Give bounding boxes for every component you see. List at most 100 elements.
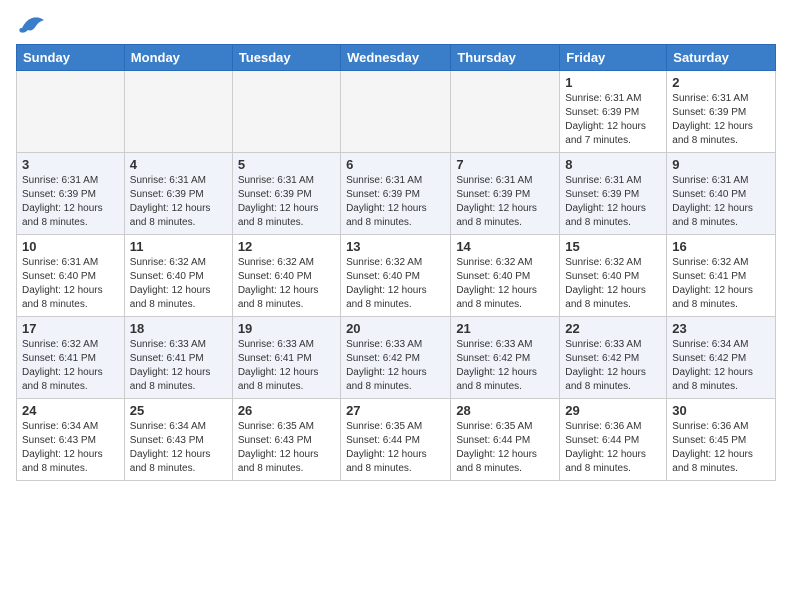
day-info: Sunrise: 6:34 AM Sunset: 6:42 PM Dayligh… [672, 338, 770, 394]
week-row-1: 1 Sunrise: 6:31 AM Sunset: 6:39 PM Daylig… [17, 71, 776, 153]
calendar-cell: 30Sunrise: 6:36 AM Sunset: 6:45 PM Dayli… [667, 399, 776, 481]
calendar-cell: 18 Sunrise: 6:33 AM Sunset: 6:41 PM Dayli… [124, 317, 232, 399]
day-info: Sunrise: 6:32 AM Sunset: 6:40 PM Dayligh… [565, 256, 661, 312]
day-info: Sunrise: 6:32 AM Sunset: 6:40 PM Dayligh… [238, 256, 335, 312]
day-number: 13 [346, 239, 445, 254]
day-number: 27 [346, 403, 445, 418]
day-info: Sunrise: 6:32 AM Sunset: 6:40 PM Dayligh… [456, 256, 554, 312]
day-number: 22 [565, 321, 661, 336]
day-number: 29 [565, 403, 661, 418]
calendar-cell: 10 Sunrise: 6:31 AM Sunset: 6:40 PM Dayli… [17, 235, 125, 317]
calendar-cell: 24Sunrise: 6:34 AM Sunset: 6:43 PM Dayli… [17, 399, 125, 481]
day-number: 12 [238, 239, 335, 254]
day-number: 28 [456, 403, 554, 418]
day-info: Sunrise: 6:36 AM Sunset: 6:44 PM Dayligh… [565, 420, 661, 476]
calendar-cell: 29 Sunrise: 6:36 AM Sunset: 6:44 PM Dayli… [560, 399, 667, 481]
day-number: 7 [456, 157, 554, 172]
logo [16, 16, 46, 32]
day-number: 2 [672, 75, 770, 90]
calendar-cell: 2 Sunrise: 6:31 AM Sunset: 6:39 PM Daylig… [667, 71, 776, 153]
calendar-table: SundayMondayTuesdayWednesdayThursdayFrid… [16, 44, 776, 481]
calendar-cell: 9 Sunrise: 6:31 AM Sunset: 6:40 PM Daylig… [667, 153, 776, 235]
calendar-cell [341, 71, 451, 153]
day-number: 15 [565, 239, 661, 254]
day-info: Sunrise: 6:31 AM Sunset: 6:39 PM Dayligh… [565, 92, 661, 148]
calendar-cell: 21Sunrise: 6:33 AM Sunset: 6:42 PM Dayli… [451, 317, 560, 399]
day-number: 16 [672, 239, 770, 254]
day-info: Sunrise: 6:32 AM Sunset: 6:41 PM Dayligh… [22, 338, 119, 394]
day-info: Sunrise: 6:31 AM Sunset: 6:39 PM Dayligh… [130, 174, 227, 230]
day-info: Sunrise: 6:33 AM Sunset: 6:42 PM Dayligh… [346, 338, 445, 394]
calendar-cell: 4 Sunrise: 6:31 AM Sunset: 6:39 PM Daylig… [124, 153, 232, 235]
calendar-cell: 13 Sunrise: 6:32 AM Sunset: 6:40 PM Dayli… [341, 235, 451, 317]
page-header [16, 16, 776, 32]
day-info: Sunrise: 6:36 AM Sunset: 6:45 PM Dayligh… [672, 420, 770, 476]
weekday-header-sunday: Sunday [17, 45, 125, 71]
day-number: 8 [565, 157, 661, 172]
calendar-cell: 12 Sunrise: 6:32 AM Sunset: 6:40 PM Dayli… [232, 235, 340, 317]
weekday-header-saturday: Saturday [667, 45, 776, 71]
day-number: 17 [22, 321, 119, 336]
day-info: Sunrise: 6:32 AM Sunset: 6:40 PM Dayligh… [346, 256, 445, 312]
day-info: Sunrise: 6:31 AM Sunset: 6:40 PM Dayligh… [22, 256, 119, 312]
calendar-cell: 8Sunrise: 6:31 AM Sunset: 6:39 PM Daylig… [560, 153, 667, 235]
day-number: 11 [130, 239, 227, 254]
weekday-header-monday: Monday [124, 45, 232, 71]
day-number: 18 [130, 321, 227, 336]
day-info: Sunrise: 6:32 AM Sunset: 6:40 PM Dayligh… [130, 256, 227, 312]
day-info: Sunrise: 6:31 AM Sunset: 6:39 PM Dayligh… [346, 174, 445, 230]
day-info: Sunrise: 6:31 AM Sunset: 6:40 PM Dayligh… [672, 174, 770, 230]
weekday-header-wednesday: Wednesday [341, 45, 451, 71]
day-number: 4 [130, 157, 227, 172]
calendar-cell: 27 Sunrise: 6:35 AM Sunset: 6:44 PM Dayli… [341, 399, 451, 481]
day-info: Sunrise: 6:31 AM Sunset: 6:39 PM Dayligh… [672, 92, 770, 148]
day-info: Sunrise: 6:31 AM Sunset: 6:39 PM Dayligh… [238, 174, 335, 230]
day-number: 23 [672, 321, 770, 336]
day-info: Sunrise: 6:34 AM Sunset: 6:43 PM Dayligh… [130, 420, 227, 476]
day-info: Sunrise: 6:33 AM Sunset: 6:42 PM Dayligh… [565, 338, 661, 394]
week-row-4: 17 Sunrise: 6:32 AM Sunset: 6:41 PM Dayli… [17, 317, 776, 399]
day-number: 19 [238, 321, 335, 336]
calendar-cell: 11 Sunrise: 6:32 AM Sunset: 6:40 PM Dayli… [124, 235, 232, 317]
day-info: Sunrise: 6:33 AM Sunset: 6:41 PM Dayligh… [130, 338, 227, 394]
calendar-cell: 25 Sunrise: 6:34 AM Sunset: 6:43 PM Dayli… [124, 399, 232, 481]
day-number: 25 [130, 403, 227, 418]
day-number: 20 [346, 321, 445, 336]
calendar-cell: 5 Sunrise: 6:31 AM Sunset: 6:39 PM Daylig… [232, 153, 340, 235]
day-number: 21 [456, 321, 554, 336]
day-info: Sunrise: 6:35 AM Sunset: 6:43 PM Dayligh… [238, 420, 335, 476]
week-row-3: 10 Sunrise: 6:31 AM Sunset: 6:40 PM Dayli… [17, 235, 776, 317]
day-number: 9 [672, 157, 770, 172]
calendar-cell: 23 Sunrise: 6:34 AM Sunset: 6:42 PM Dayli… [667, 317, 776, 399]
day-number: 6 [346, 157, 445, 172]
calendar-cell: 26 Sunrise: 6:35 AM Sunset: 6:43 PM Dayli… [232, 399, 340, 481]
calendar-cell [451, 71, 560, 153]
day-number: 5 [238, 157, 335, 172]
day-number: 14 [456, 239, 554, 254]
calendar-cell: 3Sunrise: 6:31 AM Sunset: 6:39 PM Daylig… [17, 153, 125, 235]
calendar-cell: 6 Sunrise: 6:31 AM Sunset: 6:39 PM Daylig… [341, 153, 451, 235]
week-row-2: 3Sunrise: 6:31 AM Sunset: 6:39 PM Daylig… [17, 153, 776, 235]
calendar-cell [124, 71, 232, 153]
calendar-cell: 20 Sunrise: 6:33 AM Sunset: 6:42 PM Dayli… [341, 317, 451, 399]
day-info: Sunrise: 6:32 AM Sunset: 6:41 PM Dayligh… [672, 256, 770, 312]
calendar-cell: 15 Sunrise: 6:32 AM Sunset: 6:40 PM Dayli… [560, 235, 667, 317]
calendar-cell: 22 Sunrise: 6:33 AM Sunset: 6:42 PM Dayli… [560, 317, 667, 399]
weekday-header-row: SundayMondayTuesdayWednesdayThursdayFrid… [17, 45, 776, 71]
calendar-cell: 19Sunrise: 6:33 AM Sunset: 6:41 PM Dayli… [232, 317, 340, 399]
weekday-header-thursday: Thursday [451, 45, 560, 71]
calendar-cell: 14 Sunrise: 6:32 AM Sunset: 6:40 PM Dayli… [451, 235, 560, 317]
calendar-cell: 17 Sunrise: 6:32 AM Sunset: 6:41 PM Dayli… [17, 317, 125, 399]
day-number: 24 [22, 403, 119, 418]
calendar-cell: 16 Sunrise: 6:32 AM Sunset: 6:41 PM Dayli… [667, 235, 776, 317]
calendar-cell: 1 Sunrise: 6:31 AM Sunset: 6:39 PM Daylig… [560, 71, 667, 153]
day-info: Sunrise: 6:35 AM Sunset: 6:44 PM Dayligh… [346, 420, 445, 476]
day-info: Sunrise: 6:31 AM Sunset: 6:39 PM Dayligh… [22, 174, 119, 230]
weekday-header-friday: Friday [560, 45, 667, 71]
day-number: 1 [565, 75, 661, 90]
week-row-5: 24 Sunrise: 6:34 AM Sunset: 6:43 PM Dayli… [17, 399, 776, 481]
calendar-cell: 7Sunrise: 6:31 AM Sunset: 6:39 PM Daylig… [451, 153, 560, 235]
day-number: 26 [238, 403, 335, 418]
logo-bird-icon [18, 16, 46, 36]
day-number: 10 [22, 239, 119, 254]
